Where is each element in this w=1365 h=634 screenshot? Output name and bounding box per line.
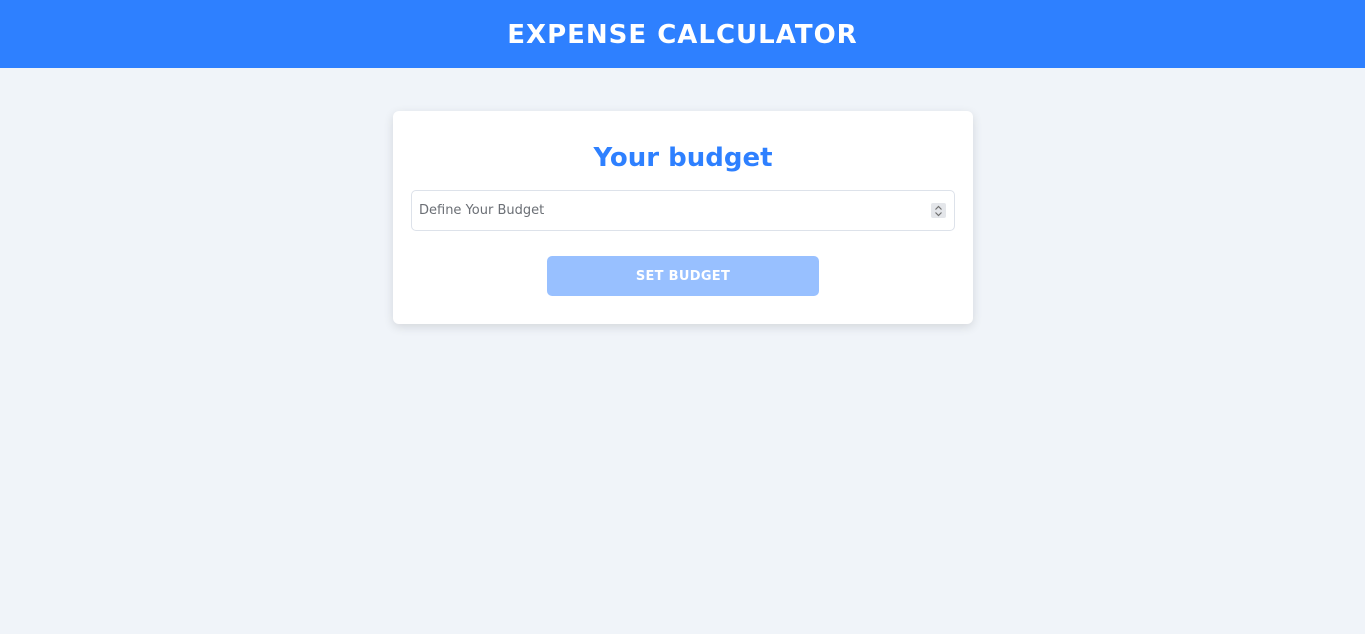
budget-input[interactable] — [412, 191, 922, 230]
budget-input-wrapper — [411, 190, 955, 231]
budget-card: Your budget SET BUDGET — [393, 111, 973, 324]
chevron-up-down-icon — [935, 205, 942, 216]
set-budget-button[interactable]: SET BUDGET — [547, 256, 819, 296]
number-spinner-icon[interactable] — [931, 203, 946, 218]
budget-card-title: Your budget — [593, 143, 773, 173]
app-header: EXPENSE CALCULATOR — [0, 0, 1365, 68]
app-title: EXPENSE CALCULATOR — [507, 20, 858, 50]
